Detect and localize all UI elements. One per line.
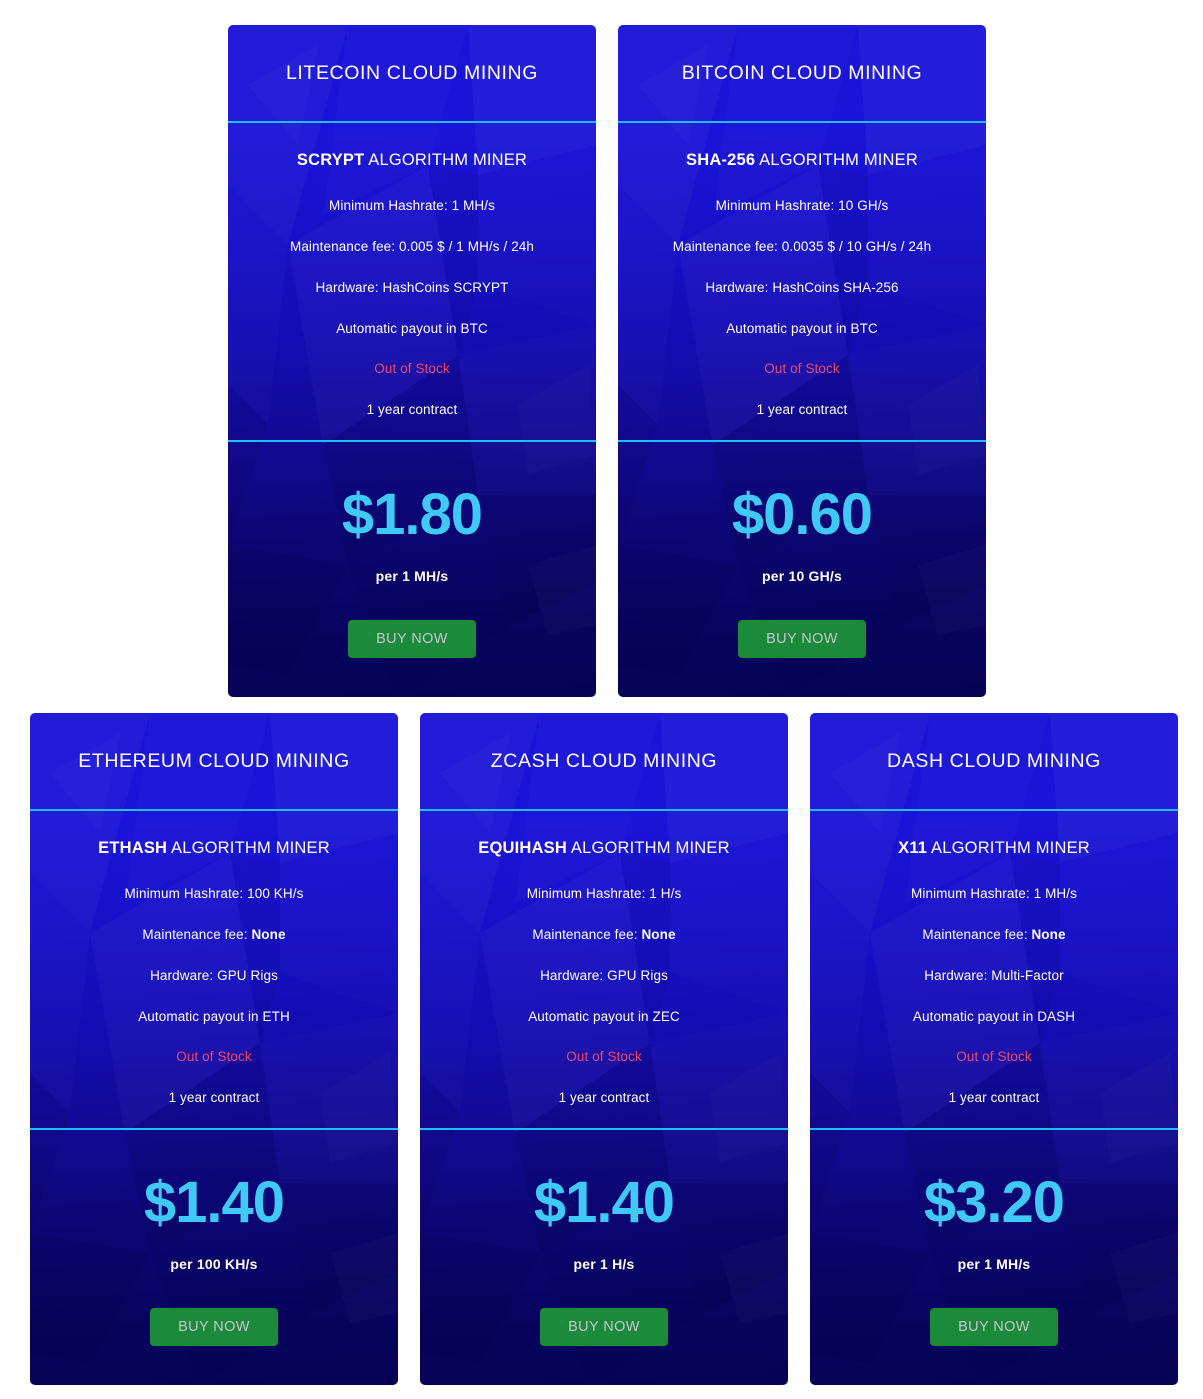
price-unit: per 10 GH/s bbox=[761, 568, 842, 585]
card-price-section: $1.80 per 1 MH/s BUY NOW bbox=[228, 442, 596, 697]
card-title: ETHEREUM CLOUD MINING bbox=[78, 749, 350, 772]
status-badge-stock: Out of Stock bbox=[374, 361, 450, 377]
spec-hashrate: Minimum Hashrate: 1 MH/s bbox=[329, 198, 495, 213]
spec-contract: 1 year contract bbox=[756, 402, 848, 418]
card-body: SCRYPT ALGORITHM MINER Minimum Hashrate:… bbox=[228, 123, 596, 443]
pricing-card-dash: DASH CLOUD MINING X11 ALGORITHM MINER Mi… bbox=[810, 713, 1178, 1385]
buy-now-button[interactable]: BUY NOW bbox=[348, 620, 476, 659]
spec-hardware: Hardware: HashCoins SCRYPT bbox=[315, 279, 509, 295]
algorithm-label: EQUIHASH ALGORITHM MINER bbox=[420, 839, 788, 858]
spec-payout: Automatic payout in DASH bbox=[912, 1008, 1076, 1024]
price-amount: $1.40 bbox=[143, 1170, 285, 1236]
algorithm-suffix: ALGORITHM MINER bbox=[566, 839, 730, 857]
spec-hardware: Hardware: Multi-Factor bbox=[924, 967, 1064, 983]
pricing-row-bottom: ETHEREUM CLOUD MINING ETHASH ALGORITHM M… bbox=[30, 713, 1178, 1385]
spec-hashrate: Minimum Hashrate: 10 GH/s bbox=[715, 198, 889, 213]
price-amount: $1.40 bbox=[533, 1170, 675, 1236]
spec-hashrate: Minimum Hashrate: 1 H/s bbox=[526, 886, 682, 901]
card-price-section: $1.40 per 100 KH/s BUY NOW bbox=[30, 1130, 398, 1385]
algorithm-label: X11 ALGORITHM MINER bbox=[810, 839, 1178, 858]
maintenance-fee-text: Maintenance fee: bbox=[532, 926, 642, 942]
spec-contract: 1 year contract bbox=[948, 1090, 1040, 1106]
algorithm-suffix: ALGORITHM MINER bbox=[167, 839, 330, 857]
pricing-cards-page: LITECOIN CLOUD MINING SCRYPT ALGORITHM M… bbox=[0, 0, 1203, 1399]
status-badge-stock: Out of Stock bbox=[566, 1049, 642, 1065]
card-title: LITECOIN CLOUD MINING bbox=[285, 61, 539, 84]
spec-payout: Automatic payout in BTC bbox=[336, 320, 488, 336]
maintenance-fee-value: None bbox=[251, 926, 286, 942]
algorithm-name: SHA-256 bbox=[686, 151, 756, 169]
card-header: LITECOIN CLOUD MINING bbox=[228, 25, 596, 123]
algorithm-name: X11 bbox=[898, 839, 928, 857]
pricing-card-zcash: ZCASH CLOUD MINING EQUIHASH ALGORITHM MI… bbox=[420, 713, 788, 1385]
spec-hardware: Hardware: GPU Rigs bbox=[540, 967, 668, 983]
algorithm-suffix: ALGORITHM MINER bbox=[927, 839, 1090, 857]
spec-contract: 1 year contract bbox=[168, 1090, 260, 1106]
card-title: ZCASH CLOUD MINING bbox=[490, 749, 718, 772]
spec-contract: 1 year contract bbox=[558, 1090, 650, 1106]
buy-now-button[interactable]: BUY NOW bbox=[738, 620, 866, 659]
buy-now-button[interactable]: BUY NOW bbox=[150, 1308, 278, 1347]
price-unit: per 1 MH/s bbox=[375, 568, 449, 585]
algorithm-label: ETHASH ALGORITHM MINER bbox=[30, 839, 398, 858]
pricing-card-bitcoin: BITCOIN CLOUD MINING SHA-256 ALGORITHM M… bbox=[618, 25, 986, 697]
price-amount: $3.20 bbox=[923, 1170, 1065, 1236]
status-badge-stock: Out of Stock bbox=[176, 1049, 252, 1065]
card-header: ZCASH CLOUD MINING bbox=[420, 713, 788, 811]
card-title: BITCOIN CLOUD MINING bbox=[681, 61, 923, 84]
spec-hardware: Hardware: HashCoins SHA-256 bbox=[705, 279, 899, 295]
pricing-card-litecoin: LITECOIN CLOUD MINING SCRYPT ALGORITHM M… bbox=[228, 25, 596, 697]
price-unit: per 100 KH/s bbox=[170, 1256, 258, 1273]
spec-hashrate: Minimum Hashrate: 100 KH/s bbox=[124, 886, 304, 901]
spec-maintenance-fee: Maintenance fee: 0.005 $ / 1 MH/s / 24h bbox=[228, 238, 596, 255]
price-unit: per 1 MH/s bbox=[957, 1256, 1031, 1273]
buy-now-button[interactable]: BUY NOW bbox=[930, 1308, 1058, 1347]
algorithm-label: SCRYPT ALGORITHM MINER bbox=[228, 151, 596, 170]
card-header: BITCOIN CLOUD MINING bbox=[618, 25, 986, 123]
spec-payout: Automatic payout in ETH bbox=[138, 1008, 290, 1024]
card-header: ETHEREUM CLOUD MINING bbox=[30, 713, 398, 811]
spec-contract: 1 year contract bbox=[366, 402, 458, 418]
card-price-section: $3.20 per 1 MH/s BUY NOW bbox=[810, 1130, 1178, 1385]
pricing-card-ethereum: ETHEREUM CLOUD MINING ETHASH ALGORITHM M… bbox=[30, 713, 398, 1385]
algorithm-name: ETHASH bbox=[98, 839, 168, 857]
algorithm-suffix: ALGORITHM MINER bbox=[364, 151, 528, 169]
card-title: DASH CLOUD MINING bbox=[887, 749, 1101, 772]
card-price-section: $0.60 per 10 GH/s BUY NOW bbox=[618, 442, 986, 697]
spec-payout: Automatic payout in ZEC bbox=[528, 1008, 680, 1024]
status-badge-stock: Out of Stock bbox=[956, 1049, 1032, 1065]
price-unit: per 1 H/s bbox=[573, 1256, 635, 1273]
status-badge-stock: Out of Stock bbox=[764, 361, 840, 377]
maintenance-fee-text: Maintenance fee: 0.0035 $ / 10 GH/s / 24… bbox=[672, 238, 932, 254]
algorithm-name: EQUIHASH bbox=[478, 839, 567, 857]
card-price-section: $1.40 per 1 H/s BUY NOW bbox=[420, 1130, 788, 1385]
pricing-row-top: LITECOIN CLOUD MINING SCRYPT ALGORITHM M… bbox=[228, 25, 986, 697]
algorithm-suffix: ALGORITHM MINER bbox=[755, 151, 918, 169]
card-body: SHA-256 ALGORITHM MINER Minimum Hashrate… bbox=[618, 123, 986, 443]
spec-payout: Automatic payout in BTC bbox=[726, 320, 878, 336]
algorithm-name: SCRYPT bbox=[296, 151, 365, 169]
maintenance-fee-text: Maintenance fee: bbox=[142, 926, 252, 942]
spec-maintenance-fee: Maintenance fee: None bbox=[420, 926, 788, 943]
card-header: DASH CLOUD MINING bbox=[810, 713, 1178, 811]
spec-maintenance-fee: Maintenance fee: None bbox=[30, 926, 398, 943]
card-body: ETHASH ALGORITHM MINER Minimum Hashrate:… bbox=[30, 811, 398, 1131]
spec-hardware: Hardware: GPU Rigs bbox=[150, 967, 278, 983]
spec-hashrate: Minimum Hashrate: 1 MH/s bbox=[911, 886, 1077, 901]
card-body: EQUIHASH ALGORITHM MINER Minimum Hashrat… bbox=[420, 811, 788, 1131]
maintenance-fee-value: None bbox=[1031, 926, 1066, 942]
buy-now-button[interactable]: BUY NOW bbox=[540, 1308, 668, 1347]
maintenance-fee-text: Maintenance fee: 0.005 $ / 1 MH/s / 24h bbox=[289, 238, 535, 254]
price-amount: $1.80 bbox=[341, 482, 483, 548]
maintenance-fee-text: Maintenance fee: bbox=[922, 926, 1032, 942]
algorithm-label: SHA-256 ALGORITHM MINER bbox=[618, 151, 986, 170]
price-amount: $0.60 bbox=[731, 482, 873, 548]
spec-maintenance-fee: Maintenance fee: 0.0035 $ / 10 GH/s / 24… bbox=[618, 238, 986, 255]
spec-maintenance-fee: Maintenance fee: None bbox=[810, 926, 1178, 943]
card-body: X11 ALGORITHM MINER Minimum Hashrate: 1 … bbox=[810, 811, 1178, 1131]
maintenance-fee-value: None bbox=[641, 926, 676, 942]
